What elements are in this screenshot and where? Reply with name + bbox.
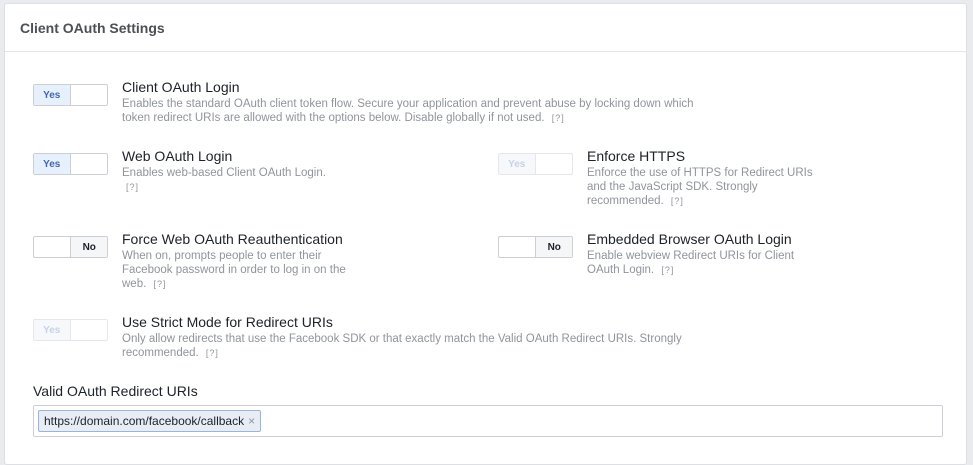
remove-tag-icon[interactable]: × <box>248 414 255 428</box>
redirect-uri-tag: https://domain.com/facebook/callback × <box>38 410 262 432</box>
help-link[interactable]: [?] <box>206 348 219 358</box>
toggle-knob <box>499 237 535 257</box>
web-oauth-login-desc-text: Enables web-based Client OAuth Login. <box>122 167 326 179</box>
force-reauth-desc: When on, prompts people to enter their F… <box>122 249 362 291</box>
client-oauth-login-desc: Enables the standard OAuth client token … <box>122 97 697 125</box>
toggle-knob <box>71 154 107 174</box>
enforce-https-desc: Enforce the use of HTTPS for Redirect UR… <box>587 166 827 208</box>
help-link[interactable]: [?] <box>661 265 674 275</box>
strict-mode-title: Use Strict Mode for Redirect URIs <box>122 314 333 330</box>
toggle-yes-label: Yes <box>34 154 71 174</box>
embedded-browser-desc: Enable webview Redirect URIs for Client … <box>587 249 827 277</box>
client-oauth-login-title: Client OAuth Login <box>122 79 240 95</box>
force-reauth-toggle[interactable]: No <box>33 236 108 258</box>
strict-mode-toggle[interactable]: Yes <box>33 319 108 341</box>
web-oauth-login-desc: Enables web-based Client OAuth Login. [?… <box>122 166 362 194</box>
embedded-browser-toggle[interactable]: No <box>498 236 573 258</box>
redirect-uris-label: Valid OAuth Redirect URIs <box>33 383 198 399</box>
toggle-knob <box>536 154 572 174</box>
panel-title: Client OAuth Settings <box>5 4 966 52</box>
force-reauth-title: Force Web OAuth Reauthentication <box>122 231 343 247</box>
redirect-uri-tag-text: https://domain.com/facebook/callback <box>44 414 245 428</box>
enforce-https-title: Enforce HTTPS <box>587 148 686 164</box>
toggle-no-label: No <box>70 237 107 257</box>
web-oauth-login-toggle[interactable]: Yes <box>33 153 108 175</box>
redirect-uris-input[interactable]: https://domain.com/facebook/callback × <box>33 405 943 437</box>
enforce-https-desc-text: Enforce the use of HTTPS for Redirect UR… <box>587 167 813 207</box>
embedded-browser-desc-text: Enable webview Redirect URIs for Client … <box>587 250 795 276</box>
toggle-knob <box>71 85 107 105</box>
strict-mode-desc: Only allow redirects that use the Facebo… <box>122 332 712 360</box>
enforce-https-toggle[interactable]: Yes <box>498 153 573 175</box>
help-link[interactable]: [?] <box>126 182 139 192</box>
web-oauth-login-title: Web OAuth Login <box>122 148 233 164</box>
toggle-yes-label: Yes <box>34 85 71 105</box>
help-link[interactable]: [?] <box>154 279 167 289</box>
toggle-yes-label: Yes <box>499 154 536 174</box>
help-link[interactable]: [?] <box>552 113 565 123</box>
help-link[interactable]: [?] <box>671 196 684 206</box>
client-oauth-login-toggle[interactable]: Yes <box>33 84 108 106</box>
client-oauth-login-desc-text: Enables the standard OAuth client token … <box>122 98 694 124</box>
toggle-knob <box>34 237 70 257</box>
embedded-browser-title: Embedded Browser OAuth Login <box>587 231 792 247</box>
toggle-yes-label: Yes <box>34 320 71 340</box>
toggle-no-label: No <box>535 237 572 257</box>
toggle-knob <box>71 320 107 340</box>
client-oauth-settings-panel: Client OAuth Settings Yes Client OAuth L… <box>4 3 967 465</box>
